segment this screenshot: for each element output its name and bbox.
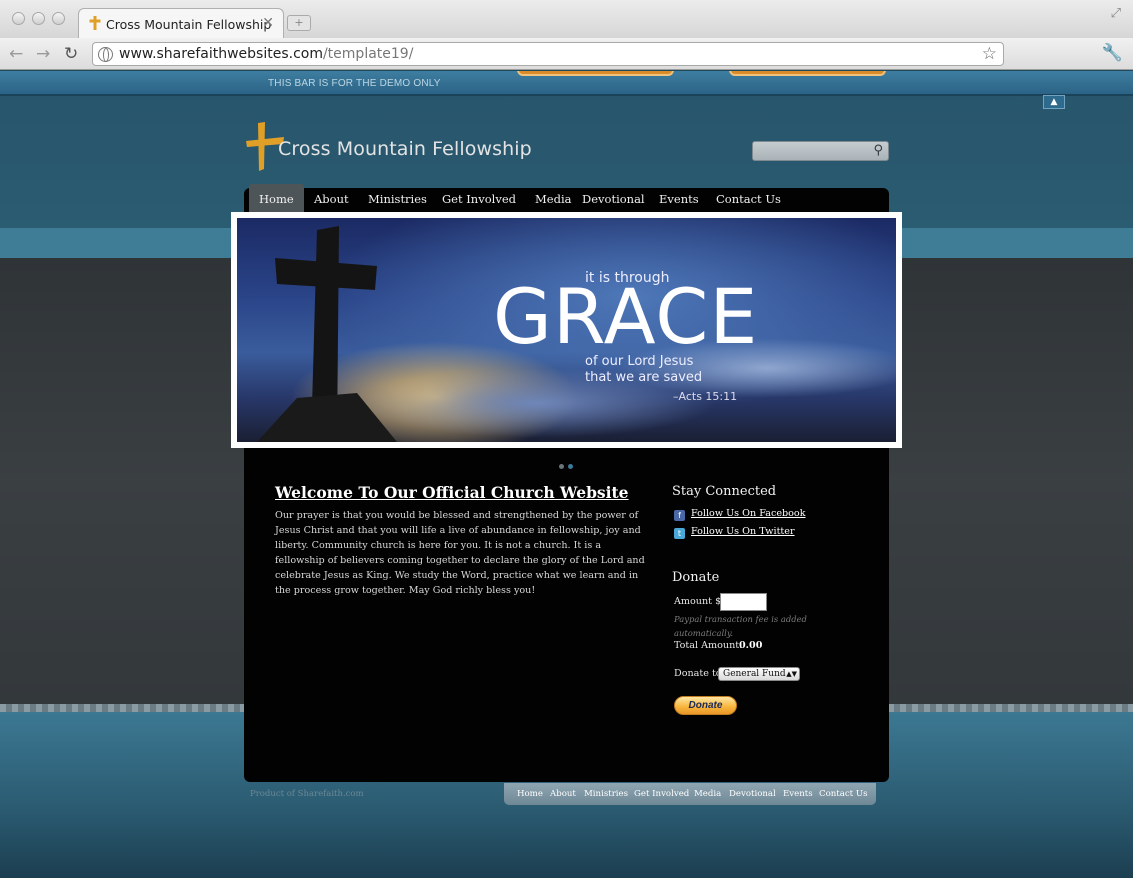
footer-nav-devotional[interactable]: Devotional xyxy=(729,789,776,799)
twitter-link[interactable]: t Follow Us On Twitter xyxy=(674,526,795,539)
footer-nav-contact-us[interactable]: Contact Us xyxy=(819,789,868,799)
facebook-link[interactable]: f Follow Us On Facebook xyxy=(674,508,806,521)
nav-item-home[interactable]: Home xyxy=(249,184,304,212)
footer-credit[interactable]: Product of Sharefaith.com xyxy=(250,789,364,799)
donate-to-label: Donate to xyxy=(674,668,722,679)
select-arrows-icon: ▲▼ xyxy=(786,670,797,678)
amount-field[interactable] xyxy=(720,593,767,611)
stay-connected-heading: Stay Connected xyxy=(672,484,777,499)
minimize-window-button[interactable] xyxy=(32,12,45,25)
facebook-icon: f xyxy=(674,510,685,521)
fee-note: Paypal transaction fee is added automati… xyxy=(674,614,807,638)
slide-line2: of our Lord Jesus xyxy=(585,354,694,369)
welcome-text: Our prayer is that you would be blessed … xyxy=(275,510,645,596)
url-text: www.sharefaithwebsites.com/template19/ xyxy=(119,46,413,62)
footer-nav-media[interactable]: Media xyxy=(694,789,721,799)
back-arrow-icon[interactable]: ← xyxy=(9,44,23,64)
browser-titlebar: Cross Mountain Fellowship ✕ + ⤢ xyxy=(0,0,1133,38)
fullscreen-icon[interactable]: ⤢ xyxy=(1111,6,1121,21)
twitter-icon: t xyxy=(674,528,685,539)
total-amount-value: 0.00 xyxy=(739,640,763,651)
footer-nav-events[interactable]: Events xyxy=(783,789,813,799)
nav-item-contact-us[interactable]: Contact Us xyxy=(716,184,781,212)
hero-slide-grace[interactable]: it is through GRACE of our Lord Jesus th… xyxy=(237,218,896,442)
hero-slider[interactable]: it is through GRACE of our Lord Jesus th… xyxy=(231,212,902,448)
collapse-demo-bar-icon[interactable]: ▲ xyxy=(1043,95,1065,109)
nav-item-media[interactable]: Media xyxy=(535,184,571,212)
footer-nav: Home About Ministries Get Involved Media… xyxy=(504,783,876,805)
welcome-heading[interactable]: Welcome To Our Official Church Website xyxy=(275,483,629,502)
cross-favicon-icon xyxy=(89,16,101,30)
demo-button[interactable] xyxy=(517,71,674,76)
donate-button[interactable]: Donate xyxy=(674,696,737,715)
twitter-link-label: Follow Us On Twitter xyxy=(691,526,795,537)
footer-nav-home[interactable]: Home xyxy=(517,789,543,799)
zoom-window-button[interactable] xyxy=(52,12,65,25)
address-bar[interactable]: www.sharefaithwebsites.com/template19/ ☆ xyxy=(92,42,1004,66)
nav-item-about[interactable]: About xyxy=(314,184,349,212)
close-window-button[interactable] xyxy=(12,12,25,25)
reload-icon[interactable]: ↻ xyxy=(64,44,78,64)
amount-label: Amount $ xyxy=(674,596,722,607)
wrench-icon[interactable]: 🔧 xyxy=(1102,43,1123,63)
search-icon[interactable]: ⚲ xyxy=(873,143,883,158)
nav-item-ministries[interactable]: Ministries xyxy=(368,184,427,212)
tab-title: Cross Mountain Fellowship xyxy=(106,17,272,32)
browser-tab[interactable]: Cross Mountain Fellowship ✕ xyxy=(78,8,284,38)
slide-reference: –Acts 15:11 xyxy=(673,390,738,403)
slide-headline: GRACE xyxy=(493,272,759,361)
bookmark-star-icon[interactable]: ☆ xyxy=(982,44,997,64)
url-domain: www.sharefaithwebsites.com xyxy=(119,46,323,62)
browser-toolbar: ← → ↻ www.sharefaithwebsites.com/templat… xyxy=(0,38,1133,70)
demo-button[interactable] xyxy=(729,71,886,76)
globe-icon xyxy=(98,47,113,62)
slider-dot-active[interactable] xyxy=(568,464,573,469)
slider-dot[interactable] xyxy=(559,464,564,469)
demo-bar: THIS BAR IS FOR THE DEMO ONLY xyxy=(0,71,1133,96)
tab-close-icon[interactable]: ✕ xyxy=(262,15,274,31)
site-logo-text[interactable]: Cross Mountain Fellowship xyxy=(278,138,532,160)
main-nav: Home About Ministries Get Involved Media… xyxy=(244,184,889,212)
fund-select[interactable]: General Fund ▲▼ xyxy=(718,667,800,681)
new-tab-button[interactable]: + xyxy=(287,15,311,31)
nav-item-get-involved[interactable]: Get Involved xyxy=(442,184,516,212)
slide-line3: that we are saved xyxy=(585,370,703,385)
nav-item-events[interactable]: Events xyxy=(659,184,699,212)
slider-pagination xyxy=(559,454,577,473)
nav-item-devotional[interactable]: Devotional xyxy=(582,184,645,212)
web-page: THIS BAR IS FOR THE DEMO ONLY ▲ Cross Mo… xyxy=(0,71,1133,878)
footer-nav-about[interactable]: About xyxy=(550,789,576,799)
fund-select-value: General Fund xyxy=(723,669,786,679)
footer-nav-ministries[interactable]: Ministries xyxy=(584,789,628,799)
search-input[interactable]: ⚲ xyxy=(752,141,889,161)
url-path: /template19/ xyxy=(322,46,414,62)
demo-bar-text: THIS BAR IS FOR THE DEMO ONLY xyxy=(268,78,441,89)
facebook-link-label: Follow Us On Facebook xyxy=(691,508,806,519)
donate-heading: Donate xyxy=(672,570,720,585)
total-amount-label: Total Amount: xyxy=(674,640,743,651)
footer-nav-get-involved[interactable]: Get Involved xyxy=(634,789,689,799)
forward-arrow-icon[interactable]: → xyxy=(36,44,50,64)
